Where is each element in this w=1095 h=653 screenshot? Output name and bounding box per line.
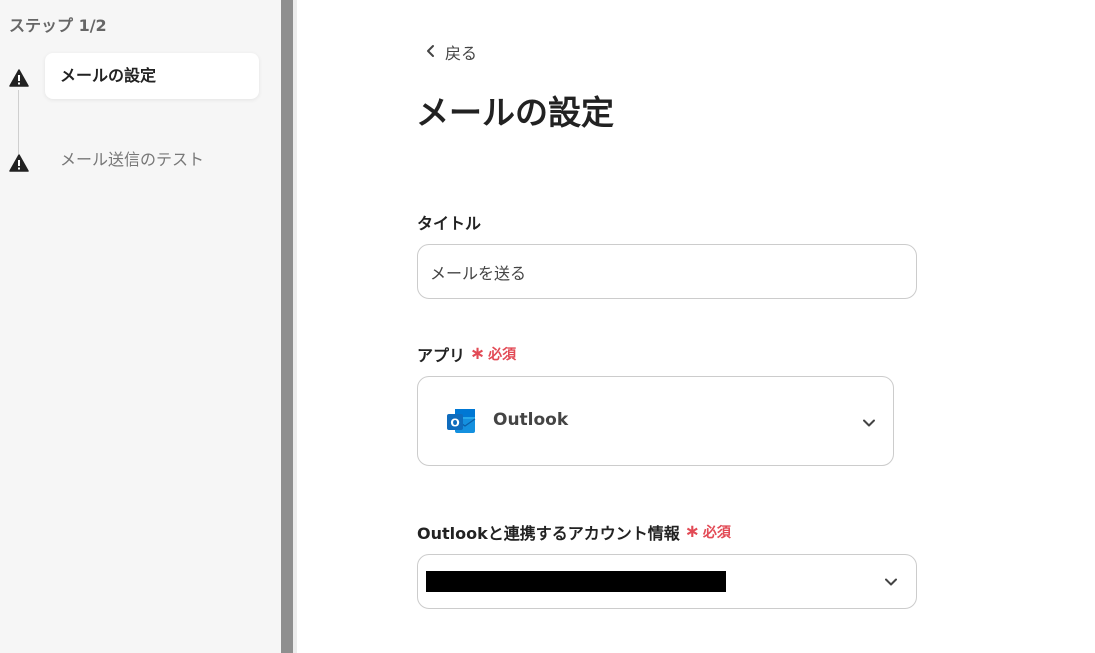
main-content: 戻る メールの設定 タイトル アプリ ∗ 必須 O <box>297 0 1095 653</box>
chevron-down-icon <box>861 415 877 431</box>
sidebar-step-mail-send-test[interactable]: メール送信のテスト <box>60 149 204 171</box>
warning-icon <box>9 69 29 87</box>
chevron-down-icon <box>883 574 899 590</box>
title-label-text: タイトル <box>417 214 482 233</box>
account-select[interactable] <box>417 554 917 609</box>
account-label-text: Outlookと連携するアカウント情報 <box>417 524 680 543</box>
back-link[interactable]: 戻る <box>425 40 477 64</box>
step-connector-line <box>18 90 19 154</box>
title-input[interactable] <box>417 244 917 299</box>
back-label: 戻る <box>445 44 478 63</box>
chevron-left-icon <box>425 43 437 62</box>
app-select[interactable]: O Outlook <box>417 376 894 466</box>
step-sidebar: ステップ 1/2 メールの設定 メール送信のテスト <box>0 0 281 653</box>
asterisk-icon: ∗ <box>470 343 486 364</box>
sidebar-step-mail-settings[interactable]: メールの設定 <box>45 53 259 99</box>
required-badge: ∗ 必須 <box>685 522 731 542</box>
sidebar-resize-handle[interactable] <box>281 0 293 653</box>
asterisk-icon: ∗ <box>684 521 700 542</box>
sidebar-step-label: メールの設定 <box>60 66 157 85</box>
required-text: 必須 <box>488 347 517 363</box>
outlook-icon: O <box>445 405 477 437</box>
required-text: 必須 <box>702 525 731 541</box>
warning-icon <box>9 154 29 172</box>
title-field-label: タイトル <box>417 210 481 234</box>
required-badge: ∗ 必須 <box>470 344 516 364</box>
sidebar-step-label: メール送信のテスト <box>60 150 205 169</box>
svg-text:O: O <box>450 417 459 430</box>
selected-app-name: Outlook <box>493 410 569 430</box>
page-title: メールの設定 <box>416 93 614 132</box>
account-field-label: Outlookと連携するアカウント情報 ∗ 必須 <box>417 520 731 544</box>
redacted-account-value <box>426 571 726 592</box>
app-field-label: アプリ ∗ 必須 <box>417 342 516 366</box>
app-window: ステップ 1/2 メールの設定 メール送信のテスト 戻る メールの設定 タイトル… <box>0 0 1095 653</box>
app-label-text: アプリ <box>417 346 466 365</box>
step-counter: ステップ 1/2 <box>9 16 107 35</box>
